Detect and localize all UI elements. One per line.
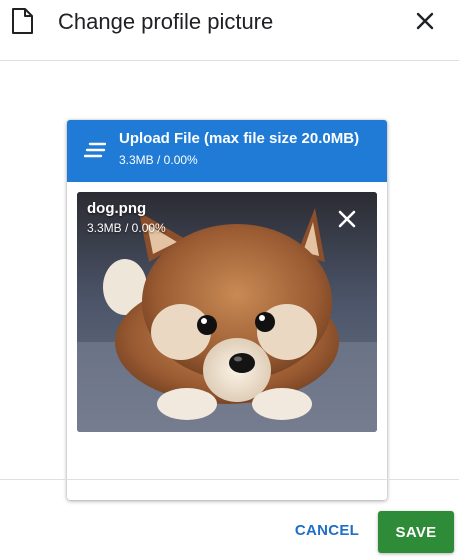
dialog-body: Upload File (max file size 20.0MB) 3.3MB…: [0, 61, 459, 500]
document-icon: [12, 8, 33, 34]
upload-lines-icon: [84, 142, 106, 158]
change-profile-picture-dialog: Change profile picture Upload File (max …: [0, 0, 459, 558]
dialog-header: Change profile picture: [0, 0, 459, 61]
upload-file-button[interactable]: Upload File (max file size 20.0MB) 3.3MB…: [67, 120, 387, 182]
close-icon[interactable]: [410, 6, 440, 36]
file-progress-text: 3.3MB / 0.00%: [87, 221, 166, 235]
cancel-button[interactable]: CANCEL: [287, 510, 367, 550]
dialog-footer: CANCEL SAVE: [0, 479, 459, 558]
remove-file-close-icon[interactable]: [335, 207, 359, 231]
upload-card: Upload File (max file size 20.0MB) 3.3MB…: [67, 120, 387, 500]
dialog-title: Change profile picture: [58, 9, 274, 34]
file-name: dog.png: [87, 200, 147, 217]
save-button[interactable]: SAVE: [378, 511, 454, 553]
upload-title: Upload File (max file size 20.0MB): [119, 130, 360, 147]
upload-progress-text: 3.3MB / 0.00%: [119, 153, 198, 167]
file-preview-tile: dog.png 3.3MB / 0.00%: [77, 192, 377, 432]
